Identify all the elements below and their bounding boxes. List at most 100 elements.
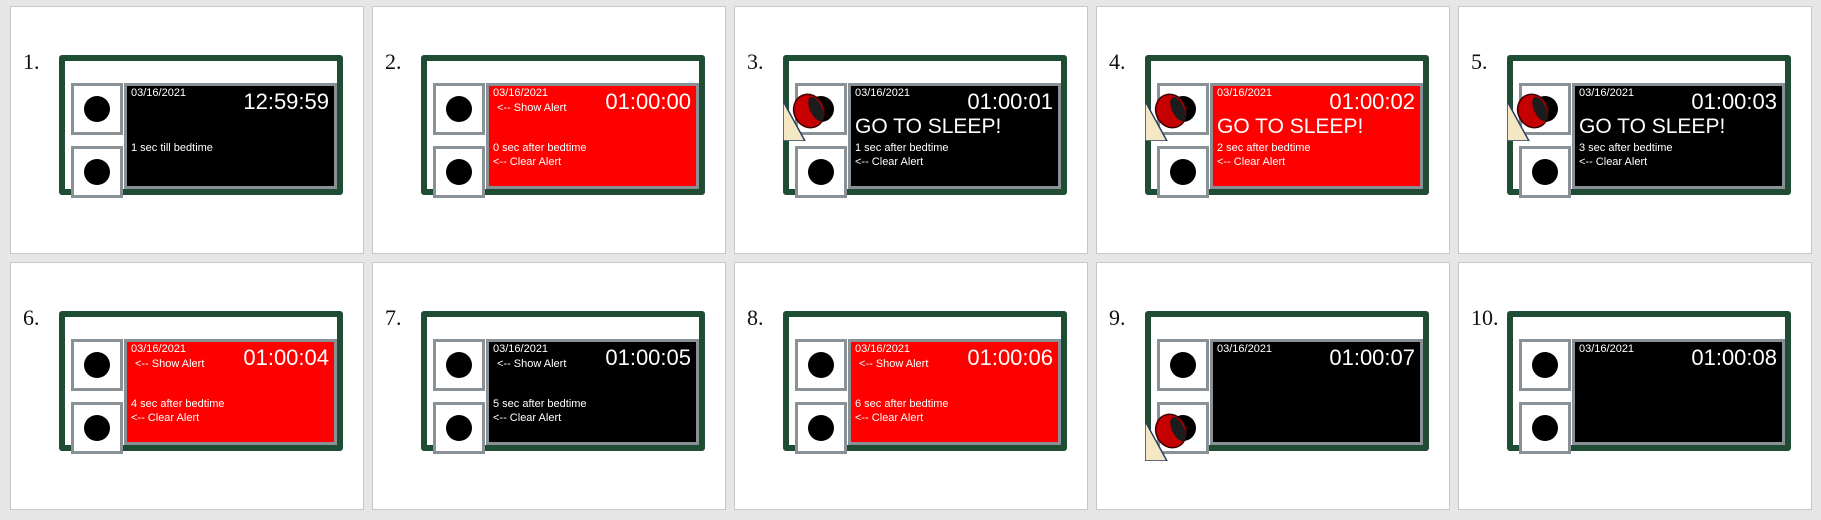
device-frame: 03/16/2021 01:00:07: [1145, 311, 1429, 461]
bottom-button[interactable]: [1519, 402, 1571, 454]
display-screen: 03/16/2021 01:00:01 GO TO SLEEP! 1 sec a…: [848, 83, 1061, 189]
clear-alert-label: <-- Clear Alert: [493, 156, 562, 168]
panel-6: 6. 03/16/2021 01:00:04 <-- Show Alert 4 …: [10, 262, 364, 510]
bedtime-message: 1 sec till bedtime: [131, 142, 213, 154]
step-number: 1.: [23, 49, 40, 74]
show-alert-label: <-- Show Alert: [859, 358, 929, 370]
clock-time: 01:00:00: [605, 89, 691, 114]
button-dot-icon: [446, 352, 472, 378]
display-screen: 03/16/2021 01:00:08: [1572, 339, 1785, 445]
step-number: 6.: [23, 305, 40, 330]
pressing-hand-icon: [1145, 413, 1188, 461]
panel-4: 4. 03/16/2021 01:00:02 GO TO SLEEP! 2 se…: [1096, 6, 1450, 254]
pressing-hand-icon: [1507, 93, 1550, 141]
go-to-sleep-label: GO TO SLEEP!: [1217, 115, 1364, 138]
panel-7: 7. 03/16/2021 01:00:05 <-- Show Alert 5 …: [372, 262, 726, 510]
clock-time: 01:00:05: [605, 345, 691, 370]
top-button[interactable]: [1157, 339, 1209, 391]
panel-8: 8. 03/16/2021 01:00:06 <-- Show Alert 6 …: [734, 262, 1088, 510]
step-number: 9.: [1109, 305, 1126, 330]
bottom-button[interactable]: [71, 402, 123, 454]
go-to-sleep-label: GO TO SLEEP!: [1579, 115, 1726, 138]
step-number: 8.: [747, 305, 764, 330]
bottom-button[interactable]: [795, 402, 847, 454]
display-screen: 03/16/2021 01:00:02 GO TO SLEEP! 2 sec a…: [1210, 83, 1423, 189]
clear-alert-label: <-- Clear Alert: [855, 412, 924, 424]
date-label: 03/16/2021: [1579, 87, 1635, 99]
device-frame: 03/16/2021 01:00:00 <-- Show Alert 0 sec…: [421, 55, 705, 198]
date-label: 03/16/2021: [131, 343, 187, 355]
top-button[interactable]: [433, 83, 485, 135]
panel-2: 2. 03/16/2021 01:00:00 <-- Show Alert 0 …: [372, 6, 726, 254]
device-frame: 03/16/2021 01:00:06 <-- Show Alert 6 sec…: [783, 311, 1067, 454]
bedtime-message: 5 sec after bedtime: [493, 398, 587, 410]
bottom-button[interactable]: [795, 146, 847, 198]
clock-time: 01:00:04: [243, 345, 329, 370]
pressing-hand-icon: [783, 93, 826, 141]
clock-time: 01:00:03: [1691, 89, 1777, 114]
display-screen: 03/16/2021 01:00:05 <-- Show Alert 5 sec…: [486, 339, 699, 445]
bottom-button[interactable]: [1519, 146, 1571, 198]
clock-time: 12:59:59: [243, 89, 329, 114]
panel-1: 1. 03/16/2021 12:59:59 1 sec till bedtim…: [10, 6, 364, 254]
top-button[interactable]: [71, 83, 123, 135]
date-label: 03/16/2021: [493, 343, 549, 355]
panel-3: 3. 03/16/2021 01:00:01 GO TO SLEEP! 1 se…: [734, 6, 1088, 254]
panel-5: 5. 03/16/2021 01:00:03 GO TO SLEEP! 3 se…: [1458, 6, 1812, 254]
clear-alert-label: <-- Clear Alert: [131, 412, 200, 424]
device-frame: 03/16/2021 01:00:02 GO TO SLEEP! 2 sec a…: [1145, 55, 1429, 198]
top-button[interactable]: [1519, 339, 1571, 391]
device-frame: 03/16/2021 12:59:59 1 sec till bedtime: [59, 55, 343, 198]
bottom-button[interactable]: [433, 402, 485, 454]
bottom-button[interactable]: [1157, 146, 1209, 198]
pressing-hand-icon: [1145, 93, 1188, 141]
clock-time: 01:00:08: [1691, 345, 1777, 370]
bedtime-message: 4 sec after bedtime: [131, 398, 225, 410]
button-dot-icon: [808, 159, 834, 185]
step-number: 3.: [747, 49, 764, 74]
button-dot-icon: [84, 415, 110, 441]
button-dot-icon: [1532, 159, 1558, 185]
date-label: 03/16/2021: [493, 87, 549, 99]
date-label: 03/16/2021: [855, 343, 911, 355]
go-to-sleep-label: GO TO SLEEP!: [855, 115, 1002, 138]
date-label: 03/16/2021: [1217, 87, 1273, 99]
device-frame: 03/16/2021 01:00:04 <-- Show Alert 4 sec…: [59, 311, 343, 454]
button-dot-icon: [1170, 352, 1196, 378]
date-label: 03/16/2021: [1579, 343, 1635, 355]
bedtime-message: 0 sec after bedtime: [493, 142, 587, 154]
show-alert-label: <-- Show Alert: [135, 358, 205, 370]
button-dot-icon: [1170, 159, 1196, 185]
device-frame: 03/16/2021 01:00:03 GO TO SLEEP! 3 sec a…: [1507, 55, 1791, 198]
device-frame: 03/16/2021 01:00:08: [1507, 311, 1791, 454]
step-number: 5.: [1471, 49, 1488, 74]
clock-time: 01:00:07: [1329, 345, 1415, 370]
clear-alert-label: <-- Clear Alert: [493, 412, 562, 424]
button-dot-icon: [808, 415, 834, 441]
clear-alert-label: <-- Clear Alert: [1579, 156, 1648, 168]
button-dot-icon: [1532, 415, 1558, 441]
clear-alert-label: <-- Clear Alert: [855, 156, 924, 168]
bottom-button[interactable]: [433, 146, 485, 198]
step-number: 4.: [1109, 49, 1126, 74]
display-screen: 03/16/2021 01:00:04 <-- Show Alert 4 sec…: [124, 339, 337, 445]
step-number: 10.: [1471, 305, 1499, 330]
display-screen: 03/16/2021 12:59:59 1 sec till bedtime: [124, 83, 337, 189]
panel-9: 9. 03/16/2021 01:00:07: [1096, 262, 1450, 510]
display-screen: 03/16/2021 01:00:03 GO TO SLEEP! 3 sec a…: [1572, 83, 1785, 189]
date-label: 03/16/2021: [1217, 343, 1273, 355]
button-dot-icon: [446, 96, 472, 122]
top-button[interactable]: [71, 339, 123, 391]
clock-time: 01:00:01: [967, 89, 1053, 114]
bedtime-message: 3 sec after bedtime: [1579, 142, 1673, 154]
bedtime-message: 1 sec after bedtime: [855, 142, 949, 154]
button-dot-icon: [446, 159, 472, 185]
top-button[interactable]: [795, 339, 847, 391]
panel-10: 10. 03/16/2021 01:00:08: [1458, 262, 1812, 510]
button-dot-icon: [84, 352, 110, 378]
bedtime-message: 6 sec after bedtime: [855, 398, 949, 410]
button-dot-icon: [84, 96, 110, 122]
step-number: 7.: [385, 305, 402, 330]
bottom-button[interactable]: [71, 146, 123, 198]
top-button[interactable]: [433, 339, 485, 391]
